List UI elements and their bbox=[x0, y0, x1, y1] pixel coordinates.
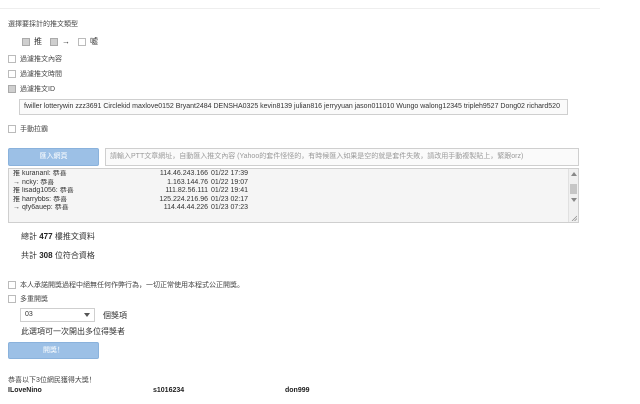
prize-count-select[interactable]: 03 bbox=[20, 308, 95, 322]
filter-time-checkbox[interactable] bbox=[8, 70, 16, 78]
scroll-down-icon[interactable] bbox=[571, 198, 577, 202]
resize-grip-icon[interactable] bbox=[571, 215, 577, 221]
multi-draw-label: 多重開獎 bbox=[20, 296, 48, 303]
comment-row: 推 harrybbs: 恭喜 125.224.216.96 01/23 02:1… bbox=[9, 196, 578, 205]
chevron-down-icon bbox=[84, 313, 90, 317]
comment-row: 推 lisadg1056: 恭喜 111.82.56.111 01/22 19:… bbox=[9, 187, 578, 196]
total-count: 477 bbox=[39, 232, 53, 241]
comment-ip: 114.46.243.166 bbox=[159, 170, 208, 177]
winner-name: s1016234 bbox=[153, 387, 185, 394]
qualified-stat: 共計 308 位符合資格 bbox=[21, 250, 95, 261]
multi-draw-checkbox[interactable] bbox=[8, 295, 16, 303]
push-type-label-boo: 噓 bbox=[90, 37, 98, 46]
manual-pull-checkbox[interactable] bbox=[8, 125, 16, 133]
total-suffix: 樓推文資料 bbox=[54, 232, 95, 241]
winners-list: ILoveNino s1016234 don999 bbox=[8, 387, 428, 394]
comment-date: 01/22 19:41 bbox=[211, 187, 248, 195]
comments-textarea[interactable]: 推 kurananl: 恭喜 114.46.243.166 01/22 17:3… bbox=[8, 168, 579, 223]
filter-id-checkbox[interactable] bbox=[8, 85, 16, 93]
filter-time-option[interactable]: 過濾推文時間 bbox=[8, 69, 62, 79]
filter-content-checkbox[interactable] bbox=[8, 55, 16, 63]
push-type-checkbox-push[interactable] bbox=[22, 37, 30, 46]
commitment-label: 本人承諾開獎過程中絕無任何作弊行為，一切正常使用本程式公正開獎。 bbox=[20, 282, 244, 289]
multi-draw-option[interactable]: 多重開獎 bbox=[8, 294, 48, 304]
prize-count-value: 03 bbox=[25, 311, 33, 318]
push-type-label-arrow: → bbox=[62, 37, 70, 46]
filter-time-label: 過濾推文時間 bbox=[20, 71, 62, 78]
push-type-group: 推 → 噓 bbox=[22, 36, 98, 47]
comment-ip: 111.82.56.111 bbox=[165, 187, 208, 195]
qualified-suffix: 位符合資格 bbox=[54, 251, 95, 260]
draw-button[interactable]: 開獎！ bbox=[8, 342, 99, 359]
multi-draw-note: 此選項可一次開出多位得獎者 bbox=[21, 327, 125, 336]
commitment-option[interactable]: 本人承諾開獎過程中絕無任何作弊行為，一切正常使用本程式公正開獎。 bbox=[8, 280, 244, 290]
comment-ip: 1.163.144.76 bbox=[167, 178, 208, 186]
winner-name: ILoveNino bbox=[8, 387, 42, 394]
prize-suffix: 個獎項 bbox=[103, 311, 127, 320]
comment-author: → qfy6auep: 恭喜 bbox=[13, 204, 69, 212]
push-type-checkbox-arrow[interactable] bbox=[50, 37, 58, 46]
comment-row: → qfy6auep: 恭喜 114.44.44.226 01/23 07:23 bbox=[9, 204, 578, 213]
article-url-input[interactable]: 請輸入PTT文章網址，自動匯入推文內容 (Yahoo的套件怪怪的，有時候匯入如果… bbox=[105, 148, 579, 166]
scroll-thumb[interactable] bbox=[570, 184, 577, 194]
total-prefix: 總計 bbox=[21, 232, 37, 241]
commitment-checkbox[interactable] bbox=[8, 281, 16, 289]
scroll-up-icon[interactable] bbox=[571, 172, 577, 176]
comment-author: 推 lisadg1056: 恭喜 bbox=[13, 187, 74, 195]
winner-name: don999 bbox=[285, 387, 310, 394]
push-type-label-push: 推 bbox=[34, 37, 42, 46]
filter-content-option[interactable]: 過濾推文內容 bbox=[8, 54, 62, 64]
total-posts-stat: 總計 477 樓推文資料 bbox=[21, 231, 95, 242]
id-filter-input[interactable]: fwiller lotterywin zzz3691 Circlekid max… bbox=[19, 99, 568, 115]
comment-date: 01/23 02:17 bbox=[211, 195, 248, 203]
comment-date: 01/22 17:39 bbox=[211, 170, 248, 177]
comment-row: → ncky: 恭喜 1.163.144.76 01/22 19:07 bbox=[9, 179, 578, 188]
manual-pull-option[interactable]: 手動拉霸 bbox=[8, 124, 48, 134]
comment-date: 01/23 07:23 bbox=[211, 204, 248, 212]
push-type-checkbox-boo[interactable] bbox=[78, 37, 86, 46]
result-label: 恭喜以下3位網民獲得大獎！ bbox=[8, 377, 96, 384]
manual-pull-label: 手動拉霸 bbox=[20, 126, 48, 133]
comment-date: 01/22 19:07 bbox=[211, 178, 248, 186]
select-type-label: 選擇要採計的推文類型 bbox=[8, 21, 78, 28]
comment-ip: 114.44.44.226 bbox=[163, 204, 208, 212]
comment-row: 推 kurananl: 恭喜 114.46.243.166 01/22 17:3… bbox=[9, 170, 578, 179]
import-webpage-button[interactable]: 匯入網頁 bbox=[8, 148, 99, 166]
qualified-prefix: 共計 bbox=[21, 251, 37, 260]
filter-id-option[interactable]: 過濾推文ID bbox=[8, 84, 55, 94]
comment-author: 推 kurananl: 恭喜 bbox=[13, 170, 67, 177]
filter-id-label: 過濾推文ID bbox=[20, 86, 55, 93]
comment-ip: 125.224.216.96 bbox=[159, 195, 208, 203]
comment-author: → ncky: 恭喜 bbox=[13, 178, 55, 186]
comment-author: 推 harrybbs: 恭喜 bbox=[13, 195, 68, 203]
filter-content-label: 過濾推文內容 bbox=[20, 56, 62, 63]
qualified-count: 308 bbox=[39, 251, 53, 260]
top-divider bbox=[0, 8, 600, 9]
